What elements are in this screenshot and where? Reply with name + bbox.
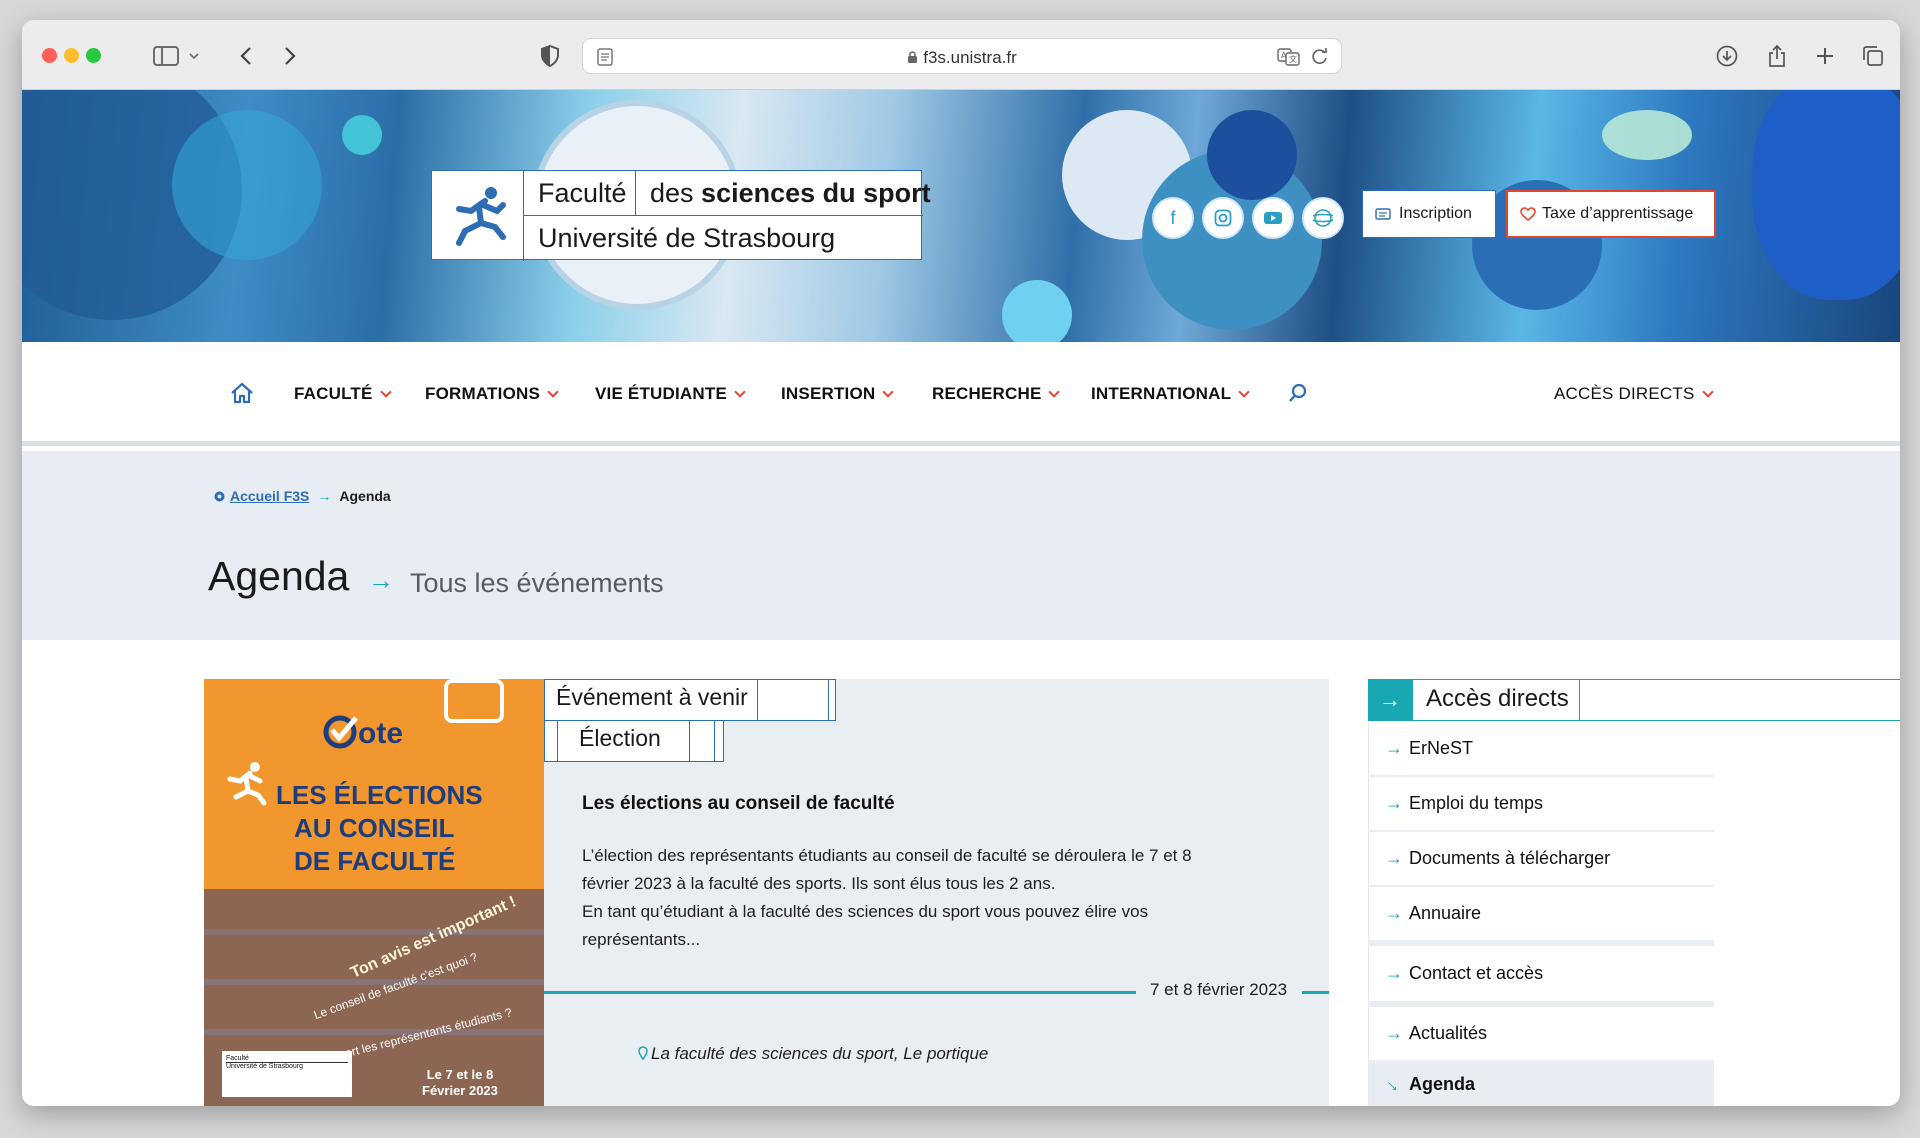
page-subtitle: Tous les événements: [410, 568, 664, 598]
facebook-icon[interactable]: f: [1152, 197, 1194, 239]
back-button[interactable]: [232, 40, 260, 72]
minimize-window-button[interactable]: [64, 48, 79, 63]
lock-icon: [908, 51, 918, 63]
event-poster[interactable]: ote LES ÉLECTIONS AU CONSEIL DE FACULTÉ …: [204, 679, 544, 1106]
sidebar-item-emploi-du-temps[interactable]: → Emploi du temps: [1368, 777, 1714, 830]
sidebar-item-agenda[interactable]: → Agenda: [1368, 1062, 1714, 1106]
sidebar-item-actualites[interactable]: → Actualités: [1368, 1007, 1714, 1060]
main-nav: FACULTÉ FORMATIONS VIE ÉTUDIANTE INSERTI…: [22, 342, 1900, 446]
nav-item-recherche[interactable]: RECHERCHE: [932, 384, 1061, 404]
address-bar[interactable]: f3s.unistra.fr A文: [582, 38, 1342, 74]
page-header-band: Accueil F3S → Agenda Agenda → Tous les é…: [22, 451, 1900, 640]
tab-overview-icon[interactable]: [1858, 40, 1888, 72]
sidebar-item-annuaire[interactable]: → Annuaire: [1368, 887, 1714, 940]
share-icon[interactable]: [1762, 40, 1792, 72]
breadcrumb-home-link[interactable]: Accueil F3S: [230, 488, 309, 504]
forward-button[interactable]: [276, 40, 304, 72]
search-icon[interactable]: [1288, 383, 1308, 408]
sidebar-item-documents[interactable]: → Documents à télécharger: [1368, 832, 1714, 885]
runner-logo-icon: [432, 171, 524, 261]
event-title[interactable]: Les élections au conseil de faculté: [582, 793, 895, 815]
sidebar-toggle-icon[interactable]: [148, 40, 184, 72]
speech-bubble-icon: [444, 679, 504, 723]
browser-toolbar: f3s.unistra.fr A文: [22, 20, 1900, 90]
sidebar-title-rule: [1580, 679, 1900, 721]
nav-item-insertion[interactable]: INSERTION: [781, 384, 895, 404]
poster-logo: Faculté Université de Strasbourg: [222, 1051, 352, 1097]
download-icon[interactable]: [1712, 40, 1742, 72]
poster-headline: LES ÉLECTIONS AU CONSEIL DE FACULTÉ: [276, 780, 483, 876]
nav-item-vie-etudiante[interactable]: VIE ÉTUDIANTE: [595, 384, 746, 404]
home-icon[interactable]: [230, 382, 254, 409]
sidebar-title: Accès directs: [1412, 679, 1580, 721]
close-window-button[interactable]: [42, 48, 57, 63]
poster-date: Le 7 et le 8 Février 2023: [422, 1067, 498, 1098]
youtube-icon[interactable]: [1252, 197, 1294, 239]
event-date: 7 et 8 février 2023: [1144, 980, 1294, 1000]
logo-sciences: des sciences du sport: [650, 178, 931, 208]
event-description: L’élection des représentants étudiants a…: [582, 846, 1192, 949]
title-arrow-icon: →: [368, 565, 394, 595]
nav-item-faculte[interactable]: FACULTÉ: [294, 384, 392, 404]
svg-text:文: 文: [1289, 54, 1297, 64]
tag-category[interactable]: Élection: [544, 720, 724, 762]
inscription-button[interactable]: Inscription: [1362, 190, 1496, 238]
nav-item-international[interactable]: INTERNATIONAL: [1091, 384, 1250, 404]
breadcrumb-current: Agenda: [339, 488, 391, 504]
id-card-icon: [1375, 208, 1391, 220]
sidebar-item-ernest[interactable]: → ErNeST: [1368, 722, 1714, 775]
zoom-window-button[interactable]: [86, 48, 101, 63]
event-location: La faculté des sciences du sport, Le por…: [638, 1044, 988, 1064]
svg-text:A: A: [1281, 51, 1287, 60]
runner-icon: [222, 761, 268, 812]
header-banner: Faculté des sciences du sport Université…: [22, 90, 1900, 342]
new-tab-icon[interactable]: [1810, 40, 1840, 72]
instagram-icon[interactable]: [1202, 197, 1244, 239]
shield-icon[interactable]: [536, 40, 564, 72]
reload-icon[interactable]: [1311, 48, 1329, 71]
date-divider: [544, 991, 1136, 994]
acces-directs-arrow-icon: →: [1368, 679, 1412, 721]
logo-faculte: Faculté: [538, 178, 627, 208]
logo-universite: Université de Strasbourg: [538, 223, 836, 253]
heart-icon: [1520, 207, 1536, 221]
globe-icon[interactable]: [1302, 197, 1344, 239]
breadcrumb: Accueil F3S → Agenda: [214, 488, 391, 504]
translate-icon[interactable]: A文: [1277, 48, 1301, 71]
date-divider-end: [1302, 991, 1329, 994]
tag-status: Événement à venir: [544, 679, 836, 721]
browser-window: f3s.unistra.fr A文 Faculté des sciences d…: [22, 20, 1900, 1106]
sidebar-item-contact[interactable]: → Contact et accès: [1368, 946, 1714, 1001]
location-pin-icon: [638, 1046, 648, 1061]
site-logo[interactable]: Faculté des sciences du sport Université…: [431, 170, 931, 261]
nav-item-formations[interactable]: FORMATIONS: [425, 384, 559, 404]
breadcrumb-arrow-icon: →: [317, 488, 332, 504]
poster-vote-text: ote: [322, 707, 403, 751]
globe-small-icon: [214, 491, 225, 501]
nav-acces-directs[interactable]: ACCÈS DIRECTS: [1554, 384, 1714, 404]
taxe-apprentissage-button[interactable]: Taxe d’apprentissage: [1506, 190, 1716, 238]
url-text: f3s.unistra.fr: [583, 48, 1341, 68]
page-title: Agenda: [208, 553, 350, 599]
chevron-down-icon[interactable]: [186, 40, 202, 72]
